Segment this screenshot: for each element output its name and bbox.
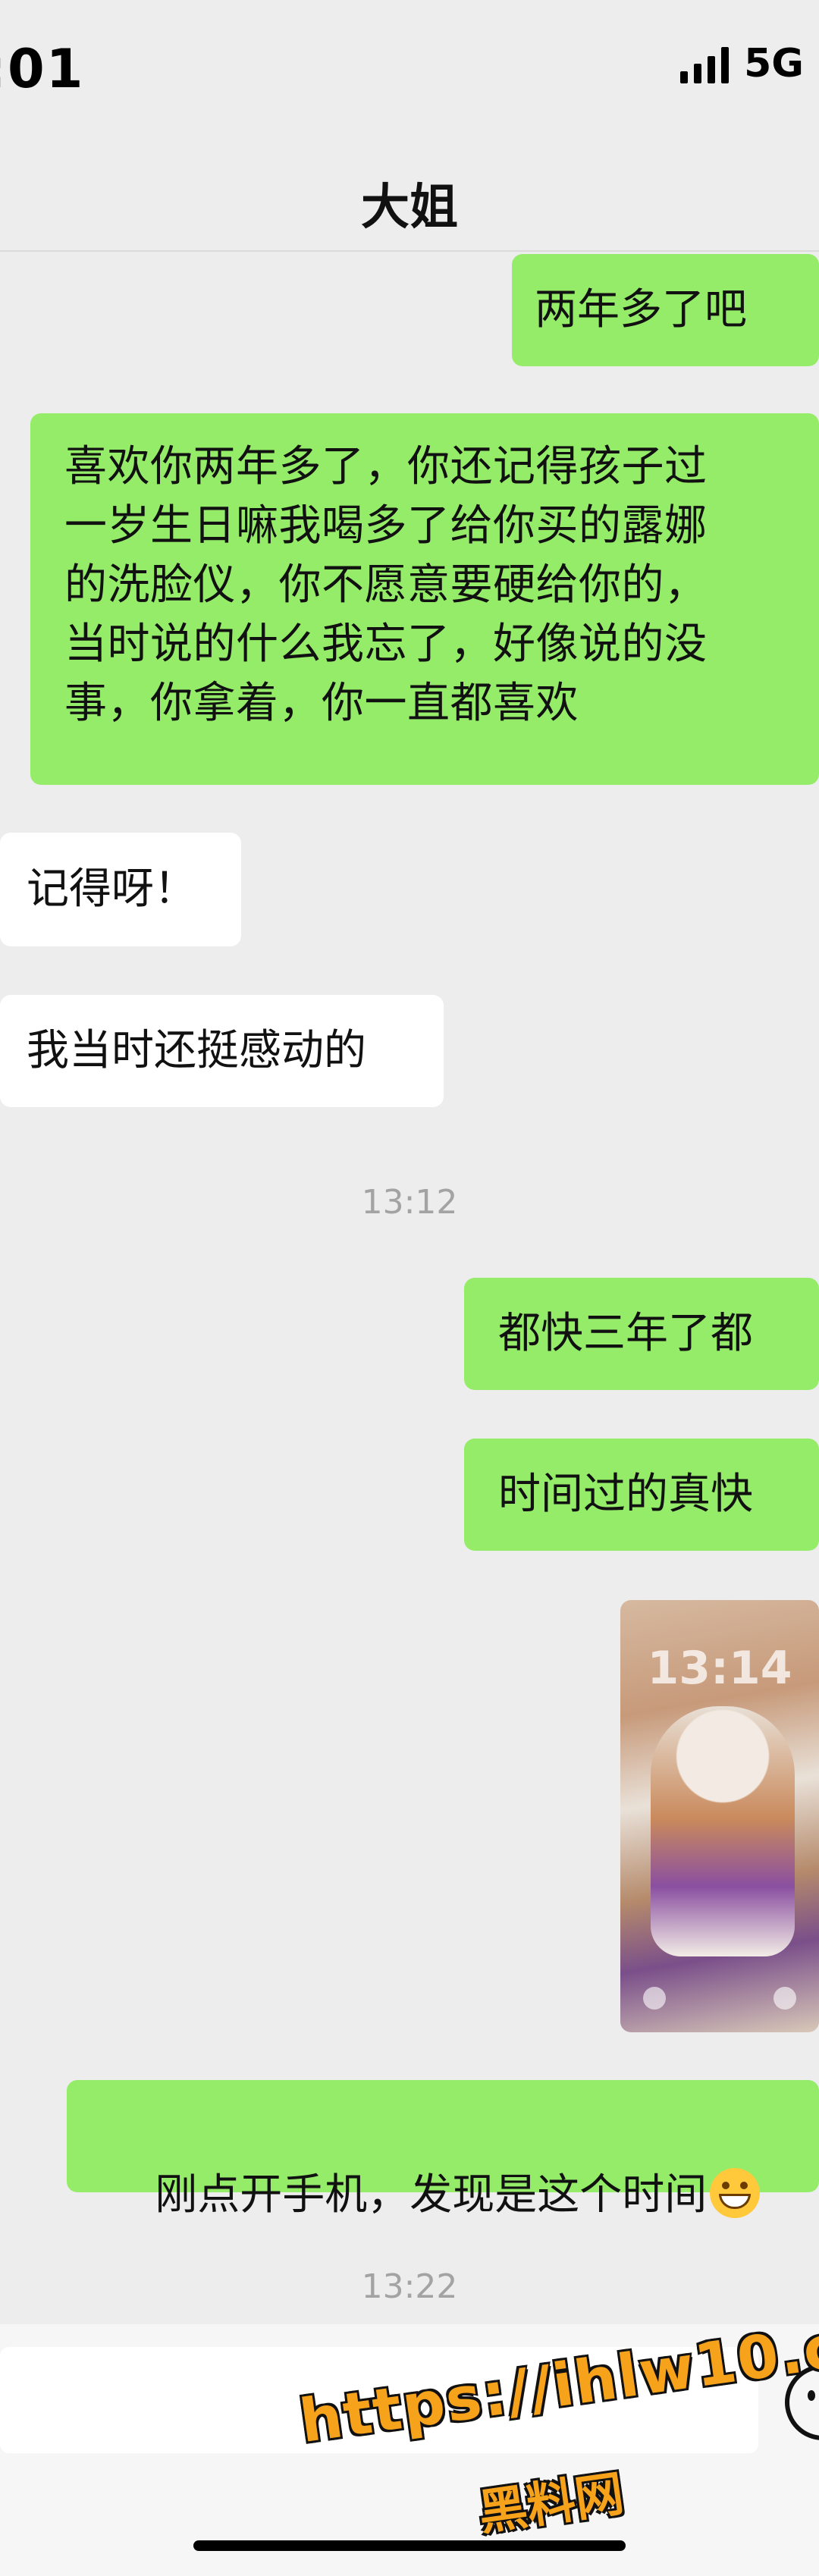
chat-title[interactable]: 大姐 <box>0 168 819 238</box>
message-bubble-sent[interactable]: 都快三年了都 <box>464 1278 819 1390</box>
chat-screen: :01 5G 大姐 两年多了吧 喜欢你两年多了，你还记得孩子过 一岁生日嘛我喝多… <box>0 0 819 2576</box>
message-timestamp: 13:12 <box>361 1183 458 1222</box>
message-bubble-sent[interactable]: 两年多了吧 <box>512 254 819 366</box>
message-text: 刚点开手机，发现是这个时间 <box>155 2170 708 2220</box>
image-message[interactable]: 13:14 <box>620 1600 819 2032</box>
flashlight-icon <box>643 1987 666 2010</box>
chat-header: 大姐 <box>0 136 819 252</box>
network-type: 5G <box>744 41 804 86</box>
home-indicator[interactable] <box>193 2540 626 2551</box>
status-bar: :01 5G <box>0 0 819 136</box>
anime-character-image <box>651 1706 795 1956</box>
signal-icon <box>680 47 730 83</box>
message-bubble-received[interactable]: 我当时还挺感动的 <box>0 995 444 1107</box>
status-indicators: 5G <box>680 44 804 83</box>
message-timestamp: 13:22 <box>361 2267 458 2306</box>
message-bubble-sent[interactable]: 刚点开手机，发现是这个时间 <box>67 2080 819 2220</box>
message-bubble-received[interactable]: 记得呀！ <box>0 833 241 946</box>
message-bubble-sent[interactable]: 时间过的真快 <box>464 1439 819 1551</box>
image-lock-time: 13:14 <box>647 1642 792 1695</box>
status-time: :01 <box>0 38 85 100</box>
camera-icon <box>774 1987 796 2010</box>
message-bubble-sent[interactable]: 喜欢你两年多了，你还记得孩子过 一岁生日嘛我喝多了给你买的露娜 的洗脸仪，你不愿… <box>30 413 819 785</box>
grinning-emoji-icon <box>710 2168 761 2218</box>
